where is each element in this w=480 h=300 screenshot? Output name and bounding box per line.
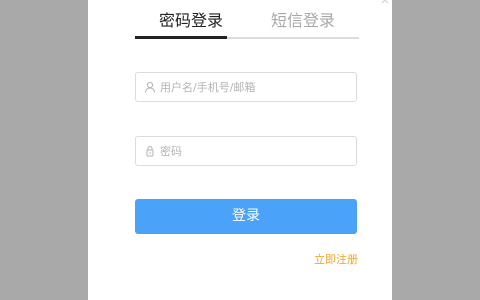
username-field[interactable] (135, 72, 357, 102)
password-field[interactable] (135, 136, 357, 166)
login-dialog: 密码登录 短信登录 登录 立即注册 (88, 0, 392, 300)
password-input[interactable] (160, 137, 350, 165)
user-icon (145, 81, 155, 93)
login-button[interactable]: 登录 (135, 199, 357, 234)
tab-password-login[interactable]: 密码登录 (135, 10, 247, 36)
tab-sms-login[interactable]: 短信登录 (247, 10, 359, 36)
lock-icon (146, 146, 154, 157)
modal-backdrop: 密码登录 短信登录 登录 立即注册 (0, 0, 480, 300)
register-link[interactable]: 立即注册 (308, 251, 358, 267)
active-tab-indicator (135, 36, 227, 39)
username-input[interactable] (160, 73, 350, 101)
login-tabs: 密码登录 短信登录 (135, 10, 359, 39)
close-icon[interactable] (381, 0, 389, 4)
